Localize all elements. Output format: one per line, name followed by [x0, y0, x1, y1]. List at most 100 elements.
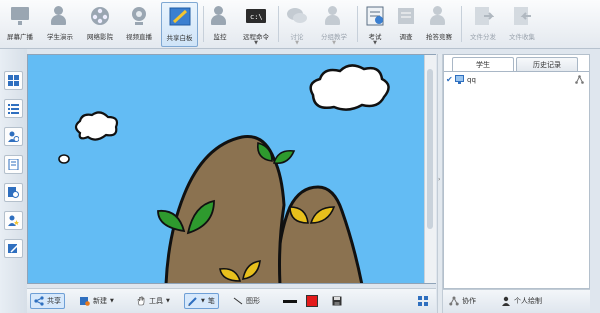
toolbar-group-teaching[interactable]: 分组教学 ▼	[315, 2, 353, 47]
save-button[interactable]	[329, 293, 345, 309]
shape-button[interactable]: 图形	[230, 293, 263, 309]
chevron-down-icon: ▼	[166, 298, 170, 304]
toolbar-video-live[interactable]: 视频直播	[121, 2, 157, 47]
line-width-button[interactable]	[280, 293, 300, 309]
screen-broadcast-icon	[9, 5, 31, 27]
collaborate-icon	[449, 296, 459, 306]
clock-button[interactable]	[4, 183, 23, 202]
student-computer-icon	[455, 75, 464, 84]
tools-label: 工具	[149, 297, 163, 305]
tab-students[interactable]: 学生	[452, 57, 514, 71]
student-row[interactable]: ✔ qq	[446, 74, 587, 85]
toolbar-shared-whiteboard[interactable]: 共享白板	[161, 2, 198, 47]
student-demo-icon	[49, 5, 71, 27]
fullscreen-button[interactable]	[415, 293, 431, 309]
whiteboard-canvas[interactable]	[27, 54, 436, 284]
tools-button[interactable]: 工具 ▼	[133, 293, 173, 309]
window-edge	[590, 49, 600, 313]
personal-draw-label: 个人绘制	[514, 297, 542, 305]
grid-view-icon	[8, 75, 19, 86]
shape-line-icon	[233, 297, 243, 305]
edit-icon	[8, 244, 19, 253]
video-live-icon	[128, 5, 150, 27]
monitor-icon	[209, 5, 231, 27]
whiteboard-toolbar: 共享 新建 ▼ 工具 ▼ ▼ 笔 图形	[27, 288, 436, 313]
network-icon	[575, 75, 584, 84]
toolbar-separator	[203, 6, 204, 42]
color-swatch	[306, 295, 318, 307]
list-view-icon	[8, 104, 19, 114]
toolbar-label: 文件分发	[470, 33, 496, 41]
toolbar-label: 屏幕广播	[7, 33, 33, 41]
toolbar-label: 学生演示	[47, 33, 73, 41]
toolbar-file-distribute[interactable]: 文件分发	[465, 2, 501, 47]
remote-command-icon: c:\	[245, 5, 267, 27]
toolbar-discussion[interactable]: 讨论 ▼	[283, 2, 311, 47]
pen-button[interactable]: ▼ 笔	[184, 293, 219, 309]
new-page-icon	[80, 297, 90, 306]
user-star-button[interactable]	[4, 211, 23, 230]
chevron-right-icon: ›	[438, 176, 441, 183]
toolbar-quiz-contest[interactable]: 抢答竞赛	[421, 2, 457, 47]
vertical-scrollbar[interactable]	[424, 55, 436, 283]
tab-history-label: 历史记录	[533, 60, 561, 69]
line-width-icon	[283, 299, 297, 303]
toolbar-survey[interactable]: 调查	[393, 2, 419, 47]
toolbar-separator	[278, 6, 279, 42]
toolbar-separator	[461, 6, 462, 42]
scrollbar-thumb[interactable]	[427, 69, 433, 229]
toolbar-label: 视频直播	[126, 33, 152, 41]
collaborate-label: 协作	[462, 297, 476, 305]
chevron-down-icon: ▼	[201, 298, 205, 304]
file-collect-icon	[511, 5, 533, 27]
share-icon	[34, 296, 44, 306]
user-star-icon	[8, 215, 19, 226]
grid-view-button[interactable]	[4, 71, 23, 90]
toolbar-monitor[interactable]: 监控	[207, 2, 233, 47]
survey-icon	[395, 5, 417, 27]
new-button[interactable]: 新建 ▼	[77, 293, 117, 309]
whiteboard-drawing	[28, 55, 435, 283]
group-teaching-icon	[323, 5, 345, 27]
chevron-down-icon: ▼	[295, 40, 299, 46]
chevron-down-icon: ▼	[332, 40, 336, 46]
tab-divider	[444, 71, 589, 72]
cloud-dot	[58, 154, 70, 164]
left-sidebar	[0, 49, 27, 313]
toolbar-screen-broadcast[interactable]: 屏幕广播	[3, 2, 37, 47]
toolbar-label: 监控	[213, 33, 227, 41]
shape-label: 图形	[246, 297, 260, 305]
toolbar-network-cinema[interactable]: 网络影院	[82, 2, 118, 47]
document-icon	[8, 159, 19, 170]
toolbar-separator	[357, 6, 358, 42]
svg-text:c:\: c:\	[250, 13, 263, 21]
clock-icon	[8, 187, 19, 198]
toolbar-remote-command[interactable]: c:\ 远程命令 ▼	[238, 2, 274, 47]
student-panel: 学生 历史记录 ✔ qq	[443, 54, 590, 289]
pen-label: 笔	[207, 297, 215, 305]
file-distribute-icon	[472, 5, 495, 27]
list-view-button[interactable]	[4, 99, 23, 118]
person-icon	[502, 296, 510, 306]
student-name: qq	[467, 75, 476, 84]
user-remove-icon	[8, 131, 19, 142]
share-button[interactable]: 共享	[30, 293, 65, 309]
share-label: 共享	[47, 297, 61, 305]
user-remove-button[interactable]	[4, 127, 23, 146]
student-panel-footer: 协作 个人绘制	[443, 289, 590, 313]
toolbar-file-collect[interactable]: 文件收集	[504, 2, 540, 47]
checkmark-icon[interactable]: ✔	[446, 75, 455, 84]
toolbar-student-demo[interactable]: 学生演示	[42, 2, 78, 47]
save-icon	[332, 296, 342, 306]
toolbar-label: 抢答竞赛	[426, 33, 452, 41]
tab-history[interactable]: 历史记录	[516, 57, 578, 71]
toolbar-label: 文件收集	[509, 33, 535, 41]
chevron-down-icon: ▼	[110, 298, 114, 304]
toolbar-exam[interactable]: 考试 ▼	[361, 2, 389, 47]
document-button[interactable]	[4, 155, 23, 174]
toolbar-label: 调查	[399, 33, 413, 41]
collaborate-button[interactable]: 协作	[449, 296, 476, 306]
personal-draw-button[interactable]: 个人绘制	[501, 296, 542, 306]
color-picker-button[interactable]	[303, 293, 321, 309]
edit-button[interactable]	[4, 239, 23, 258]
